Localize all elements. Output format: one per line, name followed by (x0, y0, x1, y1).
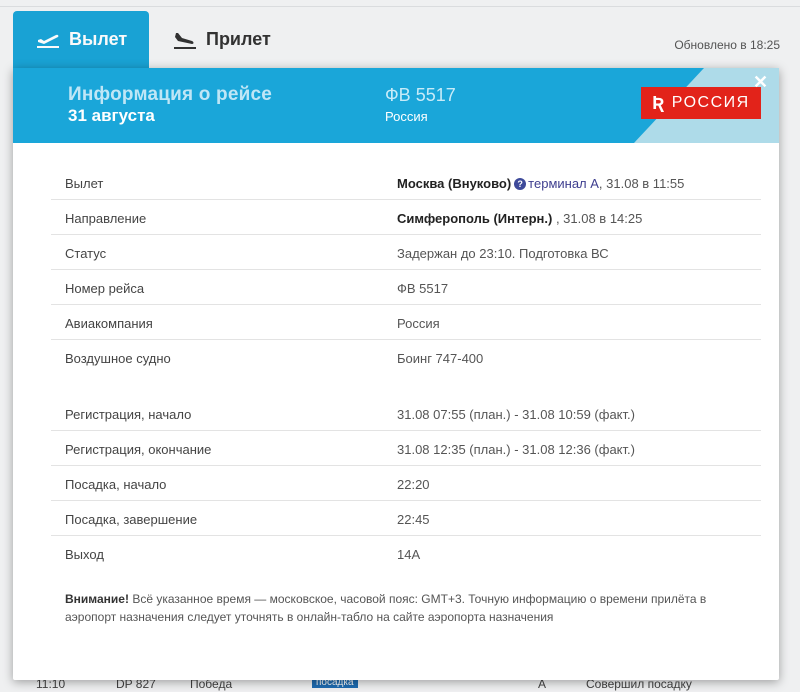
departure-time: , 31.08 в 11:55 (598, 176, 685, 191)
row-value: 22:20 (397, 477, 430, 492)
header-airline-name: Россия (385, 109, 428, 124)
close-button[interactable]: ✕ (753, 72, 768, 93)
row-value: 31.08 12:35 (план.) - 31.08 12:36 (факт.… (397, 442, 635, 457)
row-label: Статус (65, 246, 107, 261)
airline-logo-text: РОССИЯ (671, 94, 750, 111)
row-value: Симферополь (Интерн.) , 31.08 в 14:25 (397, 211, 642, 226)
question-icon[interactable]: ? (514, 178, 527, 190)
airline-logo-mark-icon: Ʀ (652, 92, 666, 113)
row-label: Регистрация, начало (65, 407, 192, 422)
info-row-checkin-end: Регистрация, окончание 31.08 12:35 (план… (51, 431, 761, 466)
flight-info-table: Вылет Москва (Внуково)? терминал А, 31.08… (51, 165, 761, 570)
row-label: Вылет (65, 176, 104, 191)
row-label: Воздушное судно (65, 351, 171, 366)
modal-date: 31 августа (68, 106, 155, 125)
info-row-departure: Вылет Москва (Внуково)? терминал А, 31.08… (51, 165, 761, 200)
row-value: Москва (Внуково)? терминал А, 31.08 в 11:… (397, 176, 684, 191)
row-value: 14А (397, 547, 421, 562)
row-value: 22:45 (397, 512, 430, 527)
modal-header: Информация о рейсе 31 августа ФВ 5517 Ро… (13, 68, 779, 143)
row-label: Регистрация, окончание (65, 442, 212, 457)
airline-logo: Ʀ РОССИЯ (641, 87, 761, 119)
row-value: 31.08 07:55 (план.) - 31.08 10:59 (факт.… (397, 407, 635, 422)
info-row-boarding-start: Посадка, начало 22:20 (51, 466, 761, 501)
destination-airport: Симферополь (Интерн.) (397, 211, 553, 226)
info-row-destination: Направление Симферополь (Интерн.) , 31.0… (51, 200, 761, 235)
info-row-flight-number: Номер рейса ФВ 5517 (51, 270, 761, 305)
arrival-time: , 31.08 в 14:25 (552, 211, 643, 226)
terminal-link[interactable]: терминал А (528, 176, 599, 191)
notice-text: Всё указанное время — московское, часово… (65, 592, 707, 624)
row-label: Номер рейса (65, 281, 145, 296)
row-label: Направление (65, 211, 147, 226)
header-flight-number: ФВ 5517 (385, 85, 456, 105)
row-value: ФВ 5517 (397, 281, 449, 296)
info-row-airline: Авиакомпания Россия (51, 305, 761, 340)
flight-info-modal: Информация о рейсе 31 августа ФВ 5517 Ро… (13, 68, 779, 680)
timezone-notice: Внимание! Всё указанное время — московск… (65, 590, 745, 626)
row-value: Боинг 747-400 (397, 351, 484, 366)
row-label: Посадка, завершение (65, 512, 198, 527)
row-label: Авиакомпания (65, 316, 153, 331)
notice-title: Внимание! (65, 592, 129, 606)
airline-link[interactable]: Россия (397, 316, 440, 331)
modal-title: Информация о рейсе (68, 84, 273, 105)
row-value: Задержан до 23:10. Подготовка ВС (397, 246, 609, 261)
row-label: Выход (65, 547, 104, 562)
info-row-checkin-start: Регистрация, начало 31.08 07:55 (план.) … (51, 396, 761, 431)
info-row-boarding-end: Посадка, завершение 22:45 (51, 501, 761, 536)
departure-airport: Москва (Внуково) (397, 176, 512, 191)
info-row-aircraft: Воздушное судно Боинг 747-400 (51, 340, 761, 374)
info-row-gate: Выход 14А (51, 536, 761, 570)
row-label: Посадка, начало (65, 477, 167, 492)
info-row-status: Статус Задержан до 23:10. Подготовка ВС (51, 235, 761, 270)
